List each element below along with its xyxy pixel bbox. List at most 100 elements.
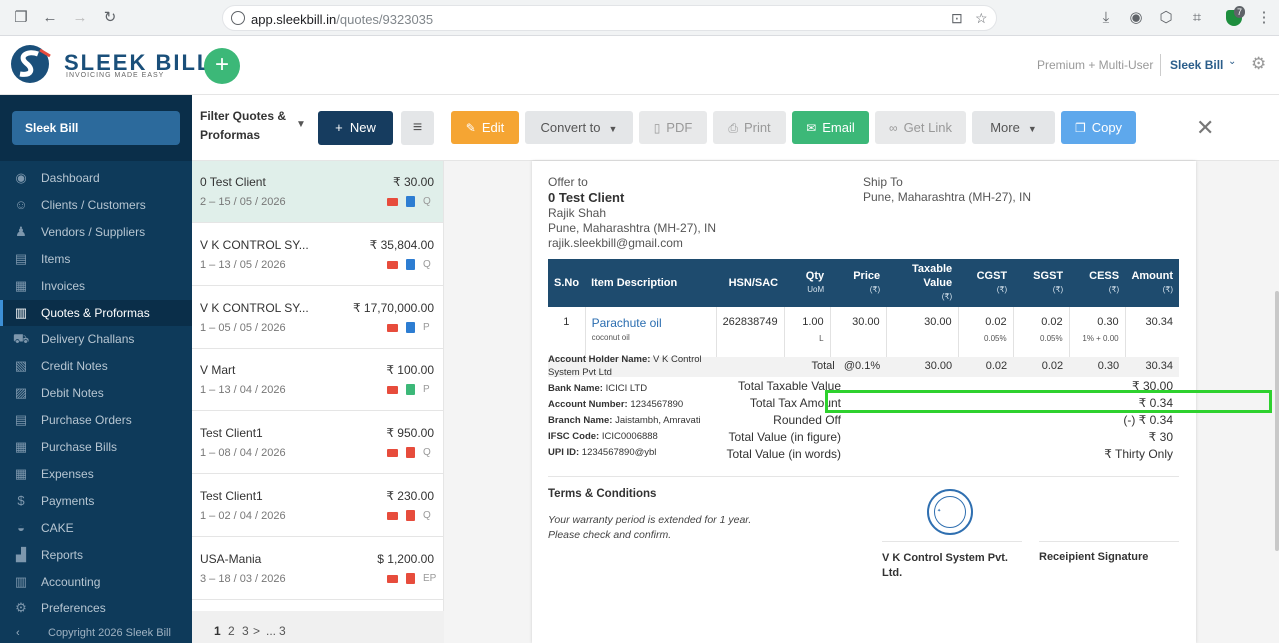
edit-button[interactable]: ✎ Edit	[451, 111, 519, 144]
hamburger-menu-icon[interactable]: ≡	[401, 111, 434, 145]
filter-dropdown[interactable]: Filter Quotes & Proformas	[200, 107, 290, 145]
summary-tax-label: Total Tax Amount	[749, 396, 841, 410]
company-switcher-button[interactable]: Sleek Bill	[12, 111, 180, 145]
sidebar-item-label: Delivery Challans	[41, 332, 135, 347]
quote-type-tag: Q	[423, 447, 431, 459]
col-amount: Amount (₹)	[1125, 259, 1179, 307]
page-link[interactable]: ...	[266, 624, 276, 638]
col-cgst: CGST (₹)	[958, 259, 1014, 307]
client-name: V Mart	[200, 363, 236, 378]
caret-down-icon: ▼	[1027, 124, 1037, 134]
dollar-icon: $	[17, 492, 25, 508]
sidebar-item-expenses[interactable]: ▦ Expenses	[0, 461, 192, 487]
get-link-button[interactable]: ∞ Get Link	[875, 111, 966, 144]
copyright-text: Copyright 2026 Sleek Bill	[48, 627, 171, 639]
sidebar-item-vendors-suppliers[interactable]: ♟ Vendors / Suppliers	[0, 219, 192, 245]
profile-icon[interactable]: ◉	[1127, 9, 1145, 27]
cell-hsn: 262838749	[716, 307, 785, 357]
download-icon[interactable]: ⤓	[1097, 9, 1115, 27]
summary-words-value: ₹ Thirty Only	[1104, 447, 1173, 461]
items-icon: ▤	[14, 250, 28, 266]
page-link[interactable]: 3	[242, 624, 249, 638]
caret-down-icon[interactable]: ▼	[296, 119, 306, 130]
list-item[interactable]: V Mart ₹ 100.00 1 – 13 / 04 / 2026 P	[192, 349, 443, 412]
summary-taxable-label: Total Taxable Value	[738, 379, 841, 393]
list-item[interactable]: Test Client1 ₹ 230.00 1 – 02 / 04 / 2026 Q	[192, 475, 443, 537]
quote-amount: ₹ 17,70,000.00	[352, 300, 434, 315]
page-link[interactable]: 3	[279, 624, 286, 638]
sidebar-item-cake[interactable]: ◒ CAKE	[0, 515, 192, 541]
client-name: 0 Test Client	[548, 190, 625, 205]
sleek-bill-logo[interactable]	[10, 44, 54, 84]
page-link[interactable]: 2	[228, 624, 235, 638]
ship-to-label: Ship To	[863, 175, 903, 189]
tab-icon[interactable]: ❐	[12, 9, 30, 27]
more-button[interactable]: More ▼	[972, 111, 1055, 144]
sidebar-item-purchase-orders[interactable]: ▤ Purchase Orders	[0, 407, 192, 433]
page-link[interactable]: >	[253, 624, 260, 638]
close-icon[interactable]: ✕	[1196, 115, 1214, 141]
sidebar-item-clients-customers[interactable]: ☺ Clients / Customers	[0, 192, 192, 218]
site-info-icon[interactable]	[231, 11, 245, 25]
client-name: Test Client1	[200, 426, 263, 441]
gear-icon[interactable]: ⚙	[1251, 54, 1266, 74]
sidebar-item-label: Payments	[41, 493, 95, 508]
sidebar-item-debit-notes[interactable]: ▨ Debit Notes	[0, 380, 192, 406]
chevron-down-icon[interactable]: ⌄	[1228, 56, 1236, 67]
cell-sgst: 0.02 0.05%	[1013, 307, 1070, 357]
cell-item: Parachute oil coconut oil	[585, 307, 717, 357]
sidebar-item-dashboard[interactable]: ◉ Dashboard	[0, 165, 192, 191]
quote-meta: 1 – 05 / 05 / 2026	[200, 321, 286, 334]
browser-menu-icon[interactable]: ⋮	[1255, 9, 1273, 27]
sidebar-item-invoices[interactable]: ▦ Invoices	[0, 273, 192, 299]
document-status-icon	[406, 510, 415, 521]
shield-extension-icon[interactable]: 7	[1226, 6, 1246, 26]
extensions-icon[interactable]: ⬡	[1157, 9, 1175, 27]
install-app-icon[interactable]: ⊡	[951, 10, 963, 27]
list-item[interactable]: V K CONTROL SY... ₹ 17,70,000.00 1 – 05 / …	[192, 287, 443, 349]
back-icon[interactable]: ←	[41, 9, 59, 27]
recipient-signature-line	[1039, 541, 1179, 542]
terms-line-2: Please check and confirm.	[548, 529, 672, 541]
item-name-link[interactable]: Parachute oil	[592, 316, 662, 330]
sidebar-item-accounting[interactable]: ▥ Accounting	[0, 569, 192, 595]
print-button[interactable]: ⎙ Print	[713, 111, 786, 144]
scrollbar[interactable]	[1275, 291, 1279, 551]
sidebar-item-purchase-bills[interactable]: ▦ Purchase Bills	[0, 434, 192, 460]
cell-sno: 1	[548, 307, 586, 357]
list-item[interactable]: V K CONTROL SY... ₹ 35,804.00 1 – 13 / 05 …	[192, 224, 443, 286]
client-name: Test Client1	[200, 489, 263, 503]
email-status-icon	[387, 512, 398, 520]
total-taxable: 30.00	[886, 357, 959, 377]
bookmark-star-icon[interactable]: ☆	[975, 10, 988, 27]
sidebar-item-reports[interactable]: ▟ Reports	[0, 542, 192, 568]
convert-to-button[interactable]: Convert to ▼	[525, 111, 633, 144]
sidebar-item-items[interactable]: ▤ Items	[0, 246, 192, 272]
copy-button[interactable]: ❐ Copy	[1061, 111, 1136, 144]
list-item[interactable]: USA-Mania $ 1,200.00 3 – 18 / 03 / 2026 EP	[192, 538, 443, 600]
address-bar[interactable]: app.sleekbill.in/quotes/9323035 ⊡ ☆	[222, 5, 997, 31]
collapse-sidebar-icon[interactable]: ‹	[16, 623, 20, 643]
email-button[interactable]: ✉ Email	[792, 111, 869, 144]
list-item[interactable]: Test Client1 ₹ 950.00 1 – 08 / 04 / 2026 Q	[192, 412, 443, 475]
sidebar-item-quotes-proformas[interactable]: ▥ Quotes & Proformas	[0, 299, 192, 326]
forward-icon[interactable]: →	[71, 9, 89, 27]
cell-amount: 30.34	[1145, 316, 1173, 328]
document-status-icon	[406, 321, 415, 333]
new-quote-button[interactable]: + New	[318, 111, 393, 145]
pdf-button[interactable]: ▯ PDF	[639, 111, 707, 144]
client-contact: Rajik Shah	[548, 206, 607, 220]
crop-icon[interactable]: ⌗	[1188, 9, 1206, 27]
page-link[interactable]: 1	[214, 624, 221, 638]
sidebar-item-preferences[interactable]: ⚙ Preferences	[0, 595, 192, 621]
quick-add-button[interactable]: +	[204, 48, 240, 84]
list-item[interactable]: 0 Test Client ₹ 30.00 2 – 15 / 05 / 2026 Q	[192, 161, 443, 223]
sidebar-item-payments[interactable]: $ Payments	[0, 488, 192, 514]
total-sgst: 0.02	[1013, 357, 1070, 377]
summary-rounded-label: Rounded Off	[773, 413, 841, 427]
account-menu[interactable]: Sleek Bill	[1170, 58, 1223, 72]
sidebar-item-credit-notes[interactable]: ▧ Credit Notes	[0, 353, 192, 379]
sidebar-item-delivery-challans[interactable]: ⛟ Delivery Challans	[0, 326, 192, 352]
reload-icon[interactable]: ↻	[101, 9, 119, 27]
quote-meta: 1 – 08 / 04 / 2026	[200, 447, 286, 460]
